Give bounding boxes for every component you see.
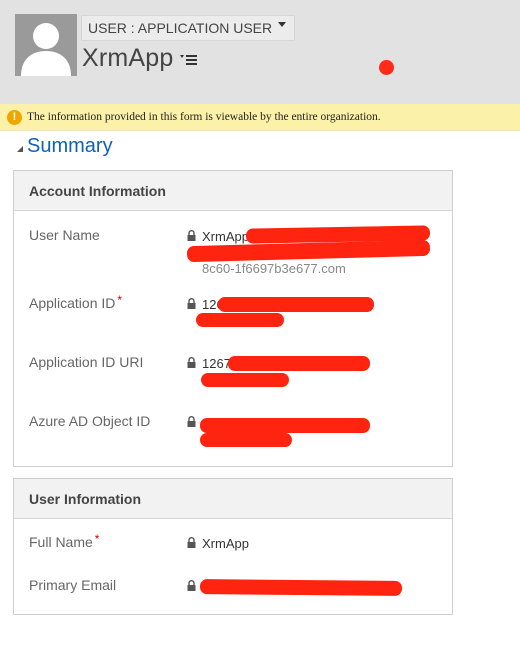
field-label: Application ID URI — [29, 354, 144, 370]
red-marker — [379, 60, 394, 75]
lock-icon — [187, 357, 196, 368]
person-silhouette-icon — [15, 14, 77, 76]
field-label: Application ID * — [29, 293, 123, 311]
lock-icon — [187, 580, 196, 591]
section-title: Account Information — [14, 171, 452, 211]
field-value[interactable]: XrmApp — [202, 229, 249, 244]
notification-text: The information provided in this form is… — [27, 111, 381, 123]
field-label: Full Name * — [29, 532, 100, 550]
redaction-mark — [199, 579, 403, 596]
field-value[interactable]: XrmApp — [202, 536, 249, 551]
caret-down-icon — [278, 21, 287, 27]
warning-icon: ! — [7, 109, 22, 125]
section-title: User Information — [14, 479, 452, 519]
field-primary-email: Primary Email — [29, 577, 449, 601]
entity-type-label: USER : APPLICATION USER — [88, 20, 273, 36]
field-value[interactable]: 1267 — [202, 356, 231, 371]
summary-tab-header[interactable]: Summary — [17, 133, 113, 159]
user-information-section: User Information Full Name * XrmApp Prima… — [13, 478, 453, 615]
avatar[interactable] — [15, 14, 77, 76]
triangle-collapse-icon[interactable] — [17, 146, 23, 152]
field-azure-ad-object-id: Azure AD Object ID — [29, 413, 449, 453]
field-application-id: Application ID * 1267 — [29, 293, 449, 335]
lock-icon — [187, 416, 196, 427]
lock-icon — [187, 230, 196, 241]
redaction-mark — [196, 313, 284, 327]
field-full-name: Full Name * XrmApp — [29, 532, 449, 558]
field-application-id-uri: Application ID URI 1267 — [29, 354, 449, 394]
entity-type-dropdown[interactable]: USER : APPLICATION USER — [81, 15, 296, 41]
field-label: Azure AD Object ID — [29, 413, 151, 429]
redaction-mark — [201, 373, 289, 387]
lock-icon — [187, 537, 196, 548]
redaction-mark — [200, 433, 292, 447]
list-menu-icon[interactable] — [180, 52, 198, 66]
field-value-continued: 8c60-1f6697b3e677.com — [202, 261, 346, 276]
notification-bar: ! The information provided in this form … — [0, 104, 520, 131]
redaction-mark — [200, 418, 370, 433]
field-user-name: User Name XrmApp 8c60-1f6697b3e677.com — [29, 225, 449, 277]
field-label: Primary Email — [29, 577, 117, 593]
account-information-section: Account Information User Name XrmApp 8c6… — [13, 170, 453, 467]
redaction-mark — [228, 356, 370, 371]
record-header: USER : APPLICATION USER XrmApp — [0, 0, 520, 104]
summary-title: Summary — [27, 134, 113, 157]
redaction-mark — [218, 297, 374, 312]
lock-icon — [187, 298, 196, 309]
field-label: User Name — [29, 227, 100, 243]
record-title: XrmApp — [82, 44, 174, 72]
